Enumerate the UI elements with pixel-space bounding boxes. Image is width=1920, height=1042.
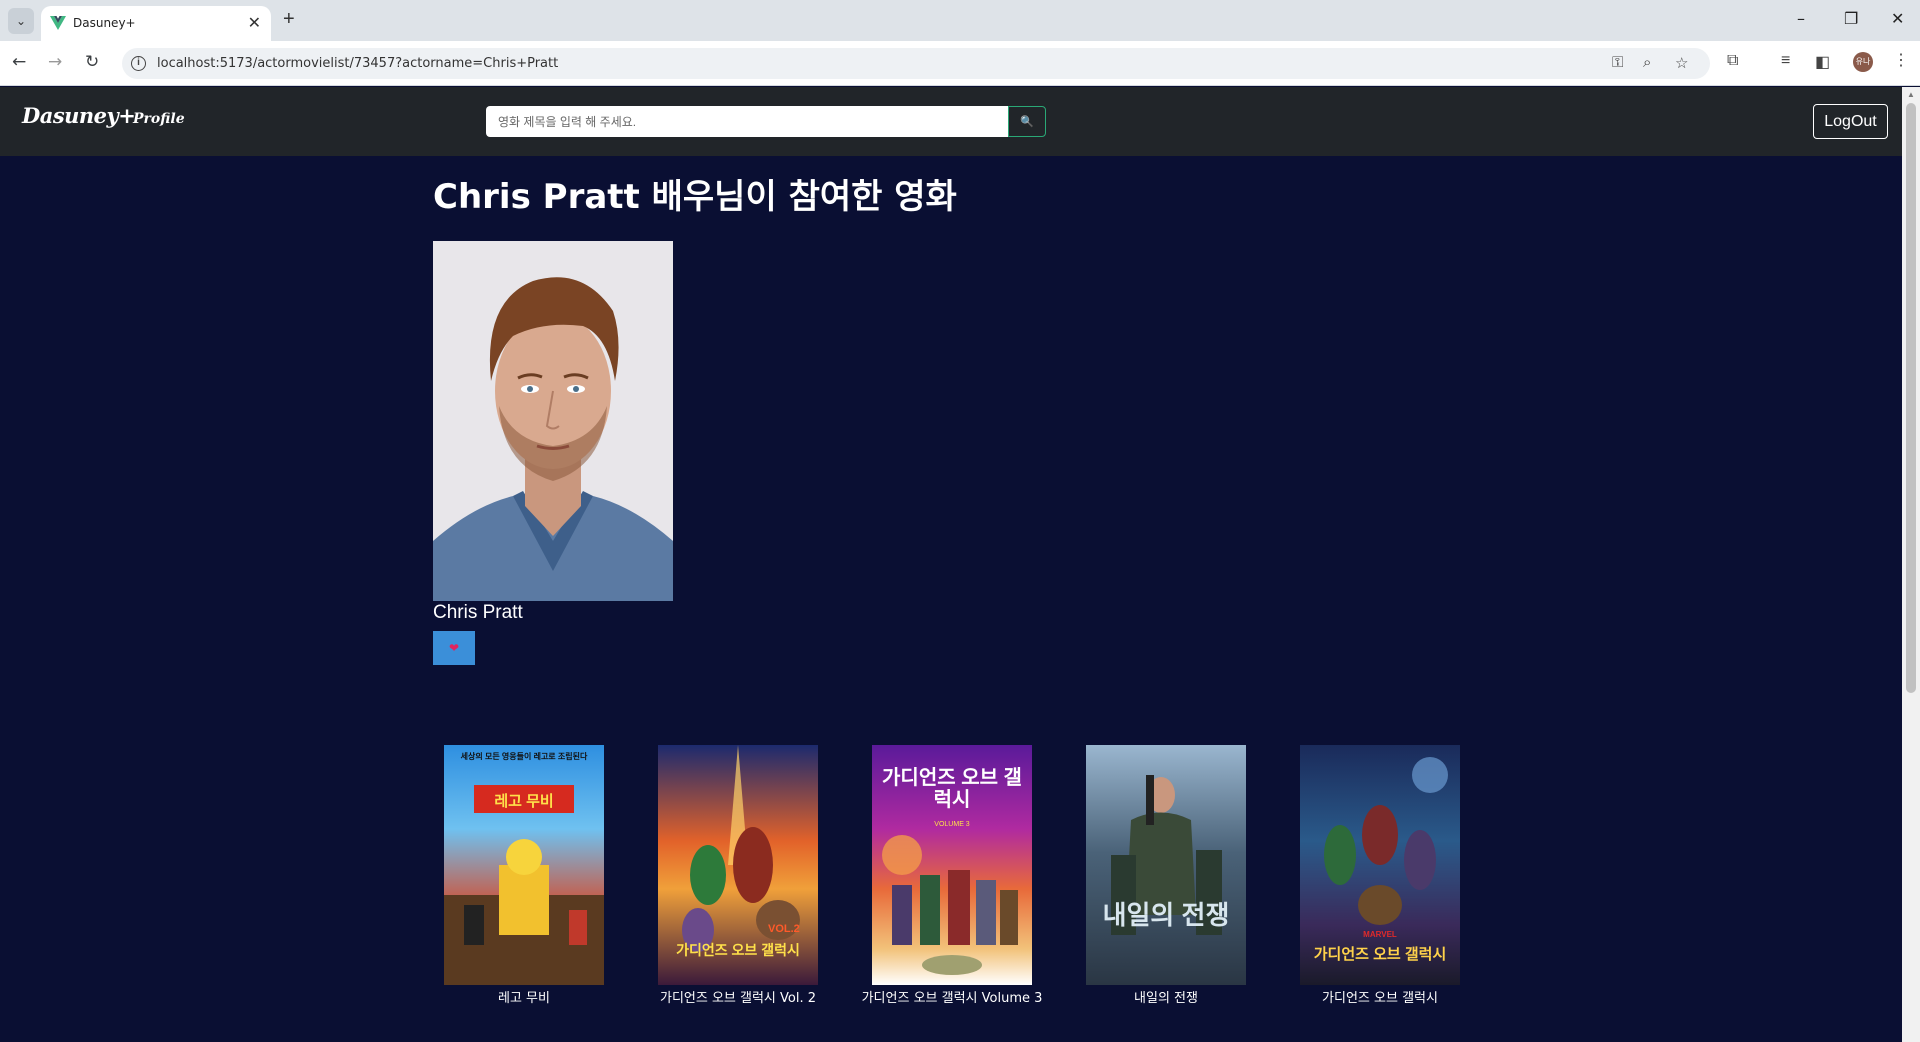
- password-key-icon[interactable]: ⚿: [1612, 54, 1623, 71]
- zoom-icon[interactable]: ⌕: [1643, 54, 1651, 71]
- poster-volume: VOLUME 3: [934, 821, 970, 828]
- movie-title[interactable]: 가디언즈 오브 갤럭시 Volume 3: [845, 987, 1059, 1006]
- like-button[interactable]: ❤: [433, 631, 475, 665]
- poster-title: 가디언즈 오브 갤럭시: [882, 767, 1022, 811]
- page-scrollbar[interactable]: ▲: [1902, 87, 1920, 1042]
- site-info-icon[interactable]: i: [131, 56, 146, 71]
- browser-tab-strip: ⌄ Dasuney+ ✕ + – ❐ ✕: [0, 0, 1920, 41]
- vue-logo-icon: [50, 16, 66, 30]
- tab-search-chevron-icon[interactable]: ⌄: [8, 8, 34, 34]
- movie-poster[interactable]: 가디언즈 오브 갤럭시 VOLUME 3: [872, 745, 1032, 985]
- movie-title[interactable]: 가디언즈 오브 갤럭시 Vol. 2: [631, 987, 845, 1006]
- scroll-up-icon[interactable]: ▲: [1907, 90, 1915, 99]
- side-panel-icon[interactable]: ◧: [1815, 52, 1830, 72]
- address-toolbar: ← → ↻ i localhost:5173/actormovielist/73…: [0, 41, 1920, 86]
- bookmark-star-icon[interactable]: ☆: [1675, 54, 1688, 72]
- reload-icon[interactable]: ↻: [85, 52, 99, 72]
- browser-tab[interactable]: Dasuney+ ✕: [41, 6, 271, 41]
- tab-close-icon[interactable]: ✕: [248, 13, 261, 33]
- page-title: Chris Pratt 배우님이 참여한 영화: [433, 177, 957, 217]
- movie-poster[interactable]: 가디언즈 오브 갤럭시 VOL.2: [658, 745, 818, 985]
- movie-poster[interactable]: 내일의 전쟁: [1086, 745, 1246, 985]
- movie-title[interactable]: 레고 무비: [417, 987, 631, 1006]
- more-menu-icon[interactable]: ⋮: [1893, 50, 1909, 70]
- tab-title: Dasuney+: [73, 16, 136, 30]
- profile-avatar[interactable]: 유나: [1853, 52, 1873, 72]
- profile-link[interactable]: Profile: [133, 111, 185, 127]
- movie-search-input[interactable]: 영화 제목을 입력 해 주세요.: [486, 106, 1008, 137]
- extensions-icon[interactable]: ⧉: [1727, 52, 1738, 70]
- site-navbar: Dasuney+ Profile 영화 제목을 입력 해 주세요. 🔍 LogO…: [0, 87, 1902, 156]
- site-logo[interactable]: Dasuney+: [22, 103, 136, 128]
- logout-button[interactable]: LogOut: [1813, 104, 1888, 139]
- heart-icon: ❤: [448, 641, 460, 655]
- minimize-icon[interactable]: –: [1797, 9, 1805, 28]
- media-queue-icon[interactable]: ≡: [1781, 52, 1790, 70]
- poster-title: 레고 무비: [494, 793, 554, 810]
- window-close-icon[interactable]: ✕: [1891, 9, 1904, 28]
- lego-movie-poster-art: [444, 785, 604, 985]
- back-arrow-icon[interactable]: ←: [12, 52, 26, 72]
- poster-title: 내일의 전쟁: [1102, 900, 1230, 930]
- actor-portrait-image: [433, 241, 673, 601]
- movie-poster[interactable]: MARVEL 가디언즈 오브 갤럭시: [1300, 745, 1460, 985]
- movie-title[interactable]: 내일의 전쟁: [1059, 987, 1273, 1006]
- address-bar[interactable]: i localhost:5173/actormovielist/73457?ac…: [122, 48, 1710, 79]
- search-icon: 🔍: [1020, 116, 1034, 128]
- movie-poster[interactable]: 세상의 모든 영웅들이 레고로 조립된다 레고 무비: [444, 745, 604, 985]
- movie-title[interactable]: 가디언즈 오브 갤럭시: [1273, 987, 1487, 1006]
- new-tab-icon[interactable]: +: [283, 8, 295, 31]
- poster-tagline: 세상의 모든 영웅들이 레고로 조립된다: [460, 752, 588, 761]
- restore-icon[interactable]: ❐: [1844, 9, 1858, 28]
- search-button[interactable]: 🔍: [1008, 106, 1046, 137]
- scroll-thumb[interactable]: [1906, 103, 1916, 693]
- tomorrow-war-poster-art: [1111, 775, 1222, 935]
- poster-title: 가디언즈 오브 갤럭시: [1313, 946, 1447, 963]
- url-text[interactable]: localhost:5173/actormovielist/73457?acto…: [157, 56, 558, 71]
- actor-photo: [433, 241, 673, 601]
- poster-title: 가디언즈 오브 갤럭시: [676, 942, 800, 958]
- poster-volume: VOL.2: [768, 923, 800, 935]
- forward-arrow-icon[interactable]: →: [48, 52, 62, 72]
- actor-name: Chris Pratt: [433, 602, 523, 623]
- poster-marvel: MARVEL: [1363, 930, 1397, 939]
- movie-list: 세상의 모든 영웅들이 레고로 조립된다 레고 무비 레고 무비 가디언즈 오브…: [0, 745, 1902, 1015]
